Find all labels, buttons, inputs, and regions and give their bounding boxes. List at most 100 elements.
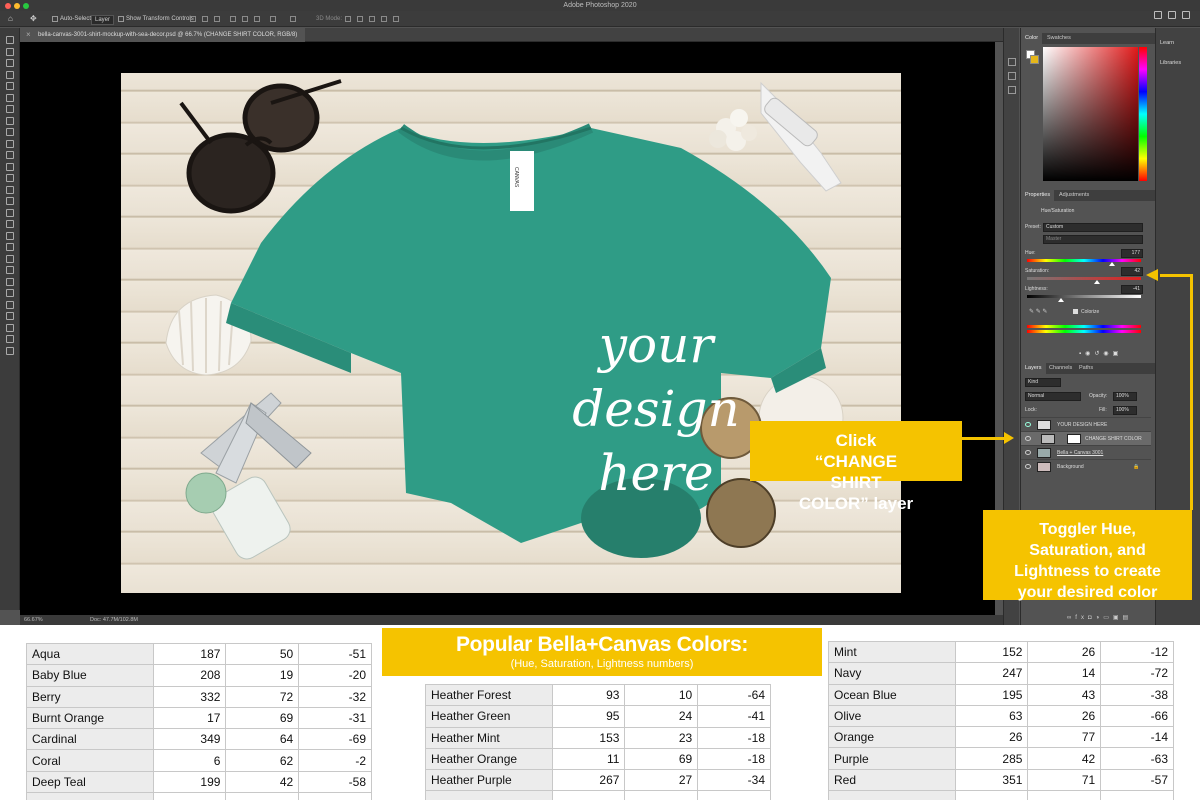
layer-row-selected[interactable]: CHANGE SHIRT COLOR: [1021, 431, 1151, 445]
tool-icon[interactable]: [6, 277, 14, 286]
lightness-cell: -2: [298, 749, 372, 772]
saturation-slider-track[interactable]: [1027, 277, 1141, 280]
tool-icon[interactable]: [6, 151, 14, 159]
tools-panel: [0, 28, 20, 610]
visibility-eye-icon[interactable]: [1025, 464, 1031, 469]
tool-icon[interactable]: [6, 197, 14, 205]
3d-slide-icon[interactable]: [381, 16, 387, 22]
lightness-value[interactable]: -41: [1121, 285, 1143, 294]
layer-row[interactable]: YOUR DESIGN HERE: [1021, 417, 1151, 431]
hue-slider-track[interactable]: [1027, 259, 1141, 262]
move-tool-icon[interactable]: ✥: [30, 11, 37, 27]
fill-field[interactable]: 100%: [1113, 406, 1137, 415]
visibility-eye-icon[interactable]: [1025, 422, 1031, 427]
tool-icon[interactable]: [6, 70, 14, 79]
tool-icon[interactable]: [6, 312, 14, 320]
tool-icon[interactable]: [6, 36, 14, 44]
tool-icon[interactable]: [6, 185, 14, 194]
3d-scale-icon[interactable]: [393, 16, 399, 22]
align-right-icon[interactable]: [214, 16, 220, 22]
eyedropper-icons[interactable]: ✎ ✎ ✎: [1029, 308, 1047, 315]
visibility-eye-icon[interactable]: [1025, 450, 1031, 455]
tool-icon[interactable]: [6, 162, 14, 171]
paragraph-icon[interactable]: [1008, 86, 1016, 94]
tool-icon[interactable]: [6, 105, 14, 113]
distribute-icon[interactable]: [270, 16, 276, 22]
layer-row[interactable]: Background 🔒: [1021, 459, 1151, 473]
tab-adjustments[interactable]: Adjustments: [1055, 190, 1093, 201]
workspace-icon[interactable]: [1168, 11, 1176, 19]
close-window-button[interactable]: [5, 3, 11, 9]
background-color-swatch[interactable]: [1030, 55, 1039, 64]
tool-icon[interactable]: [6, 254, 14, 263]
tool-icon[interactable]: [6, 220, 14, 228]
tool-icon[interactable]: [6, 59, 14, 67]
transform-controls-checkbox[interactable]: [118, 16, 124, 22]
blend-mode-dropdown[interactable]: Normal: [1025, 392, 1081, 401]
3d-pan-icon[interactable]: [369, 16, 375, 22]
preset-dropdown[interactable]: Custom: [1043, 223, 1143, 232]
search-icon[interactable]: [1154, 11, 1162, 19]
auto-select-checkbox[interactable]: [52, 16, 58, 22]
tab-layers[interactable]: Layers: [1021, 363, 1046, 374]
tool-icon[interactable]: [6, 208, 14, 217]
properties-footer-icons[interactable]: ▪◉↺◉▣: [1079, 350, 1122, 357]
tool-icon[interactable]: [6, 266, 14, 274]
document-tab[interactable]: × bella-canvas-3001-shirt-mockup-with-se…: [20, 28, 306, 42]
3d-rotate-icon[interactable]: [345, 16, 351, 22]
tool-icon[interactable]: [6, 139, 14, 148]
history-icon[interactable]: [1008, 58, 1016, 66]
tool-icon[interactable]: [6, 231, 14, 240]
saturation-value[interactable]: 42: [1121, 267, 1143, 276]
libraries-button[interactable]: Libraries: [1160, 60, 1181, 66]
align-top-icon[interactable]: [230, 16, 236, 22]
zoom-window-button[interactable]: [23, 3, 29, 9]
align-left-icon[interactable]: [190, 16, 196, 22]
tool-icon[interactable]: [6, 82, 14, 90]
hue-strip[interactable]: [1139, 47, 1147, 181]
layer-filter-dropdown[interactable]: Kind: [1025, 378, 1061, 387]
channel-dropdown[interactable]: Master: [1043, 235, 1143, 244]
lightness-slider-track[interactable]: [1027, 295, 1141, 298]
auto-select-dropdown[interactable]: Layer: [91, 15, 115, 25]
align-middle-icon[interactable]: [242, 16, 248, 22]
minimize-window-button[interactable]: [14, 3, 20, 9]
opacity-field[interactable]: 100%: [1113, 392, 1137, 401]
3d-roll-icon[interactable]: [357, 16, 363, 22]
hue-cell: 153: [551, 726, 626, 749]
tab-swatches[interactable]: Swatches: [1043, 33, 1075, 44]
tab-paths[interactable]: Paths: [1075, 363, 1097, 374]
tool-icon[interactable]: [6, 174, 14, 182]
tool-icon[interactable]: [6, 128, 14, 136]
learn-button[interactable]: Learn: [1160, 40, 1174, 46]
home-icon[interactable]: ⌂: [8, 11, 13, 27]
color-name-cell: Heather Mint: [425, 726, 553, 749]
tool-icon[interactable]: [6, 323, 14, 332]
tool-icon[interactable]: [6, 243, 14, 251]
align-bottom-icon[interactable]: [254, 16, 260, 22]
close-tab-icon[interactable]: ×: [26, 28, 31, 42]
layer-row[interactable]: Bella + Canvas 3001: [1021, 445, 1151, 459]
hue-slider-thumb[interactable]: [1108, 262, 1115, 266]
more-options-icon[interactable]: [290, 16, 296, 22]
lightness-slider-thumb[interactable]: [1057, 298, 1064, 302]
tool-icon[interactable]: [6, 93, 14, 102]
hue-value[interactable]: 177: [1121, 249, 1143, 258]
character-icon[interactable]: [1008, 72, 1016, 80]
tab-channels[interactable]: Channels: [1045, 363, 1076, 374]
tab-properties[interactable]: Properties: [1021, 190, 1055, 201]
tool-icon[interactable]: [6, 300, 14, 309]
saturation-slider-thumb[interactable]: [1093, 280, 1100, 284]
tool-icon[interactable]: [6, 47, 14, 56]
share-icon[interactable]: [1182, 11, 1190, 19]
tab-color[interactable]: Color: [1021, 33, 1043, 44]
color-picker-field[interactable]: [1043, 47, 1138, 181]
tool-icon[interactable]: [6, 335, 14, 343]
align-center-icon[interactable]: [202, 16, 208, 22]
tool-icon[interactable]: [6, 346, 14, 355]
layers-footer-icons[interactable]: ∞fx◘◑▭▣▤: [1067, 614, 1132, 621]
tool-icon[interactable]: [6, 289, 14, 297]
visibility-eye-icon[interactable]: [1025, 436, 1031, 441]
colorize-checkbox[interactable]: [1073, 309, 1078, 314]
tool-icon[interactable]: [6, 116, 14, 125]
